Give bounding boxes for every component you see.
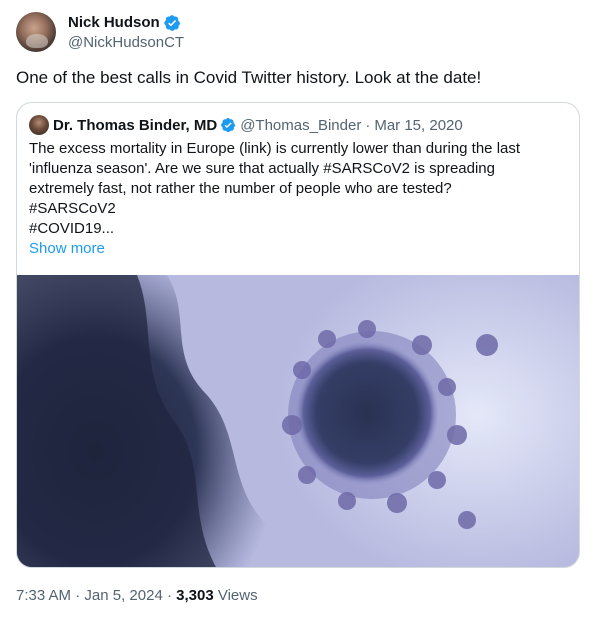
tweet-time[interactable]: 7:33 AM (16, 587, 71, 604)
views-count: 3,303 (176, 587, 214, 604)
footer-separator: · (166, 587, 172, 604)
tweet: Nick Hudson @NickHudsonCT One of the bes… (0, 0, 611, 623)
author-block: Nick Hudson @NickHudsonCT (68, 12, 184, 54)
author-display-name[interactable]: Nick Hudson (68, 13, 160, 33)
name-row: Nick Hudson (68, 13, 184, 33)
quoted-tweet-body: The excess mortality in Europe (link) is… (29, 139, 569, 259)
virus-micrograph (17, 275, 579, 567)
quoted-handle: @Thomas_Binder (240, 116, 362, 134)
quoted-separator: · (365, 116, 371, 134)
quoted-verified-badge-icon (221, 117, 236, 133)
avatar[interactable] (16, 12, 56, 52)
quoted-text-line: 'influenza season'. Are we sure that act… (29, 160, 495, 177)
author-handle[interactable]: @NickHudsonCT (68, 33, 184, 53)
quoted-text-line: #COVID19... (29, 220, 115, 237)
tweet-header: Nick Hudson @NickHudsonCT (16, 12, 184, 54)
quoted-text-line: The excess mortality in Europe (link) is… (29, 140, 521, 157)
quoted-display-name: Dr. Thomas Binder, MD (53, 116, 218, 134)
footer-separator: · (75, 587, 81, 604)
tweet-date[interactable]: Jan 5, 2024 (84, 587, 162, 604)
quoted-avatar (29, 115, 49, 135)
quoted-tweet-header: Dr. Thomas Binder, MD @Thomas_Binder · M… (29, 115, 463, 135)
quoted-tweet[interactable]: Dr. Thomas Binder, MD @Thomas_Binder · M… (16, 102, 580, 568)
verified-badge-icon (163, 15, 180, 31)
tweet-footer: 7:33 AM · Jan 5, 2024 · 3,303 Views (16, 586, 258, 606)
views-label: Views (217, 587, 258, 604)
quoted-tweet-image[interactable] (17, 275, 579, 567)
quoted-text-line: extremely fast, not rather the number of… (29, 180, 452, 197)
tweet-text: One of the best calls in Covid Twitter h… (16, 68, 482, 87)
quoted-text-line: #SARSCoV2 (29, 200, 116, 217)
quoted-date: Mar 15, 2020 (374, 116, 463, 134)
show-more-link[interactable]: Show more (29, 239, 569, 259)
